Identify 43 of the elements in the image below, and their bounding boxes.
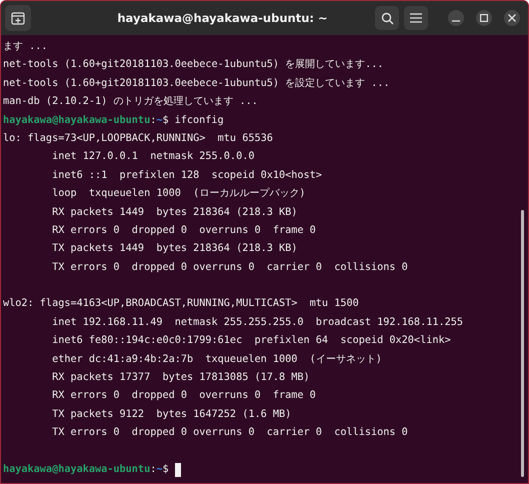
minimize-icon	[452, 20, 460, 22]
search-button[interactable]	[375, 6, 399, 30]
prompt-path: ~	[156, 114, 162, 128]
output-line: TX packets 9122 bytes 1647252 (1.6 MB)	[51, 408, 292, 422]
output-line: RX errors 0 dropped 0 overruns 0 frame 0	[51, 224, 316, 238]
output-line: inet6 ::1 prefixlen 128 scopeid 0x10<host>	[51, 168, 322, 183]
menu-icon	[410, 13, 422, 23]
prompt-symbol: $	[162, 462, 169, 477]
minimize-button[interactable]	[448, 10, 464, 26]
maximize-button[interactable]	[476, 10, 492, 26]
maximize-icon	[480, 14, 488, 22]
output-line: ます ...	[3, 40, 48, 54]
close-icon	[508, 14, 516, 22]
prompt-user: hayakawa@hayakawa-ubuntu	[3, 462, 150, 477]
prompt-separator: :	[150, 114, 156, 128]
window-title: hayakawa@hayakawa-ubuntu: ~	[116, 11, 329, 25]
output-line: inet 192.168.11.49 netmask 255.255.255.0 broadcast 192.168.11.255	[51, 316, 464, 330]
prompt-separator: :	[150, 462, 156, 477]
output-line: ether dc:41:a9:4b:2a:7b txqueuelen 1000 (イーサネット)	[51, 352, 382, 367]
output-line: TX errors 0 dropped 0 overruns 0 carrier 0 collisions 0	[51, 260, 408, 275]
close-button[interactable]	[504, 10, 520, 26]
output-line: TX errors 0 dropped 0 overruns 0 carrier 0 collisions 0	[51, 426, 408, 440]
output-line: RX packets 17377 bytes 17813085 (17.8 MB)	[51, 371, 310, 386]
command-text: ifconfig	[174, 114, 224, 128]
output-line: net-tools (1.60+git20181103.0eebece-1ubuntu5) を設定しています ...	[3, 76, 390, 91]
output-line: inet 127.0.0.1 netmask 255.0.0.0	[51, 150, 254, 164]
new-tab-button[interactable]	[5, 5, 31, 31]
output-line: RX packets 1449 bytes 218364 (218.3 KB)	[51, 206, 298, 220]
search-icon	[380, 12, 394, 24]
output-line: man-db (2.10.2-1) のトリガを処理しています ...	[3, 95, 258, 110]
output-line: wlo2: flags=4163<UP,BROADCAST,RUNNING,MULTICAST> mtu 1500	[3, 297, 359, 312]
output-line: RX errors 0 dropped 0 overruns 0 frame 0	[51, 389, 316, 404]
prompt-symbol: $	[162, 114, 169, 128]
prompt-user: hayakawa@hayakawa-ubuntu	[3, 114, 150, 128]
new-tab-icon	[11, 12, 25, 24]
output-line: loop txqueuelen 1000 (ローカルループバック)	[51, 186, 306, 202]
scrollbar-thumb[interactable]	[521, 210, 524, 477]
prompt-path: ~	[156, 462, 162, 477]
output-line: inet6 fe80::194c:e0c0:1799:61ec prefixlen 64 scopeid 0x20<link>	[51, 334, 451, 348]
output-line: lo: flags=73<UP,LOOPBACK,RUNNING> mtu 65536	[3, 132, 273, 146]
menu-button[interactable]	[404, 6, 428, 30]
output-line: TX packets 1449 bytes 218364 (218.3 KB)	[51, 242, 298, 256]
output-line: net-tools (1.60+git20181103.0eebece-1ubuntu5) を展開しています...	[3, 58, 384, 72]
